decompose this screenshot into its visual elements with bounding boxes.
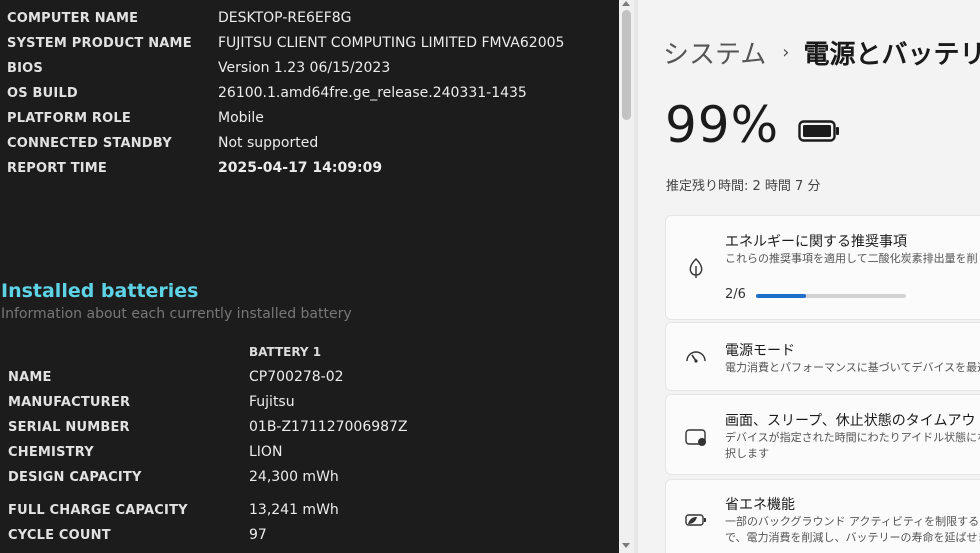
gauge-icon (686, 351, 706, 363)
battery-value: CP700278-02 (249, 369, 344, 385)
power-mode-card[interactable]: 電源モード 電力消費とパフォーマンスに基づいてデバイスを最適化 (665, 322, 980, 391)
info-value: 2025-04-17 14:09:09 (218, 160, 383, 176)
battery-row-chemistry: CHEMISTRY LION (8, 442, 282, 462)
battery-value: 24,300 mWh (249, 469, 339, 485)
scrollbar-thumb[interactable] (622, 10, 631, 120)
battery-key: FULL CHARGE CAPACITY (8, 502, 188, 518)
info-key: COMPUTER NAME (7, 10, 139, 26)
battery-icon (798, 120, 839, 142)
battery-report-pane: COMPUTER NAME DESKTOP-RE6EF8G SYSTEM PRO… (0, 0, 619, 553)
battery-percentage: 99% (665, 96, 780, 154)
card-title: 画面、スリープ、休止状態のタイムアウト (725, 413, 980, 429)
info-row-bios: BIOS Version 1.23 06/15/2023 (7, 58, 390, 78)
battery-saver-card[interactable]: 省エネ機能 一部のバックグラウンド アクティビティを制限すること で、電力消費を… (665, 479, 980, 553)
screen-sleep-timeout-card[interactable]: 画面、スリープ、休止状態のタイムアウト デバイスが指定された時間にわたりアイドル… (665, 394, 980, 475)
battery-key: NAME (8, 369, 52, 385)
card-description-line2: で、電力消費を削減し、バッテリーの寿命を延ばせま (725, 531, 980, 544)
info-value: Not supported (218, 135, 319, 151)
info-value: Mobile (218, 110, 264, 126)
progress-label: 2/6 (725, 287, 746, 302)
card-title: エネルギーに関する推奨事項 (725, 234, 907, 250)
progress-fill (756, 294, 806, 298)
info-row-connected-standby: CONNECTED STANDBY Not supported (7, 133, 318, 153)
info-key: BIOS (7, 60, 43, 76)
recommendations-progress-bar (756, 294, 906, 298)
page-title: 電源とバッテリー (803, 40, 980, 70)
battery-saver-icon (685, 514, 706, 526)
screen-sleep-icon (685, 429, 706, 446)
card-title: 省エネ機能 (725, 497, 795, 513)
info-key: REPORT TIME (7, 160, 108, 176)
info-value: FUJITSU CLIENT COMPUTING LIMITED FMVA620… (218, 35, 565, 51)
info-key: OS BUILD (7, 85, 78, 101)
vertical-scrollbar[interactable] (619, 0, 634, 553)
scroll-up-arrow-icon[interactable] (622, 1, 630, 6)
breadcrumb-chevron-icon: › (782, 42, 790, 63)
battery-value: 13,241 mWh (249, 502, 339, 518)
battery-value: Fujitsu (249, 394, 295, 410)
battery-column-header: BATTERY 1 (249, 345, 322, 359)
battery-value: 01B-Z171127006987Z (249, 419, 408, 435)
info-key: CONNECTED STANDBY (7, 135, 172, 151)
card-description: 電力消費とパフォーマンスに基づいてデバイスを最適化 (725, 361, 980, 374)
estimated-time-remaining: 推定残り時間: 2 時間 7 分 (666, 179, 821, 194)
battery-value: LION (249, 444, 283, 460)
scroll-down-arrow-icon[interactable] (622, 543, 630, 548)
battery-row-manufacturer: MANUFACTURER Fujitsu (8, 392, 295, 412)
card-description-line2: 択します (725, 447, 769, 460)
installed-batteries-heading: Installed batteries (1, 280, 199, 302)
battery-key: MANUFACTURER (8, 394, 131, 410)
battery-key: SERIAL NUMBER (8, 419, 130, 435)
battery-key: CYCLE COUNT (8, 527, 111, 543)
battery-row-cycle-count: CYCLE COUNT 97 (8, 525, 267, 545)
info-key: PLATFORM ROLE (7, 110, 131, 126)
card-description: これらの推奨事項を適用して二酸化炭素排出量を削 (725, 252, 978, 265)
installed-batteries-subtitle: Information about each currently install… (1, 306, 352, 322)
info-row-computer-name: COMPUTER NAME DESKTOP-RE6EF8G (7, 8, 352, 28)
info-value: 26100.1.amd64fre.ge_release.240331-1435 (218, 85, 527, 101)
breadcrumb: システム › 電源とバッテリー (663, 34, 980, 71)
battery-row-name: NAME CP700278-02 (8, 367, 344, 387)
battery-row-full-charge-capacity: FULL CHARGE CAPACITY 13,241 mWh (8, 500, 339, 520)
card-title: 電源モード (725, 343, 795, 359)
info-row-system-product-name: SYSTEM PRODUCT NAME FUJITSU CLIENT COMPU… (7, 33, 564, 53)
info-row-os-build: OS BUILD 26100.1.amd64fre.ge_release.240… (7, 83, 527, 103)
info-row-report-time: REPORT TIME 2025-04-17 14:09:09 (7, 158, 382, 178)
breadcrumb-system-link[interactable]: システム (663, 34, 766, 71)
battery-value: 97 (249, 527, 267, 543)
card-description: 一部のバックグラウンド アクティビティを制限すること (725, 515, 980, 528)
battery-row-serial-number: SERIAL NUMBER 01B-Z171127006987Z (8, 417, 408, 437)
leaf-icon (689, 258, 703, 278)
energy-recommendations-card[interactable]: エネルギーに関する推奨事項 これらの推奨事項を適用して二酸化炭素排出量を削 2/… (665, 215, 980, 320)
info-key: SYSTEM PRODUCT NAME (7, 35, 192, 51)
power-battery-settings-pane: システム › 電源とバッテリー 99% 推定残り時間: 2 時間 7 分 エネル… (638, 0, 980, 553)
card-description: デバイスが指定された時間にわたりアイドル状態になっ (725, 431, 980, 444)
info-value: Version 1.23 06/15/2023 (218, 60, 391, 76)
info-value: DESKTOP-RE6EF8G (218, 10, 352, 26)
battery-row-design-capacity: DESIGN CAPACITY 24,300 mWh (8, 467, 339, 487)
battery-key: CHEMISTRY (8, 444, 94, 460)
battery-key: DESIGN CAPACITY (8, 469, 142, 485)
info-row-platform-role: PLATFORM ROLE Mobile (7, 108, 264, 128)
